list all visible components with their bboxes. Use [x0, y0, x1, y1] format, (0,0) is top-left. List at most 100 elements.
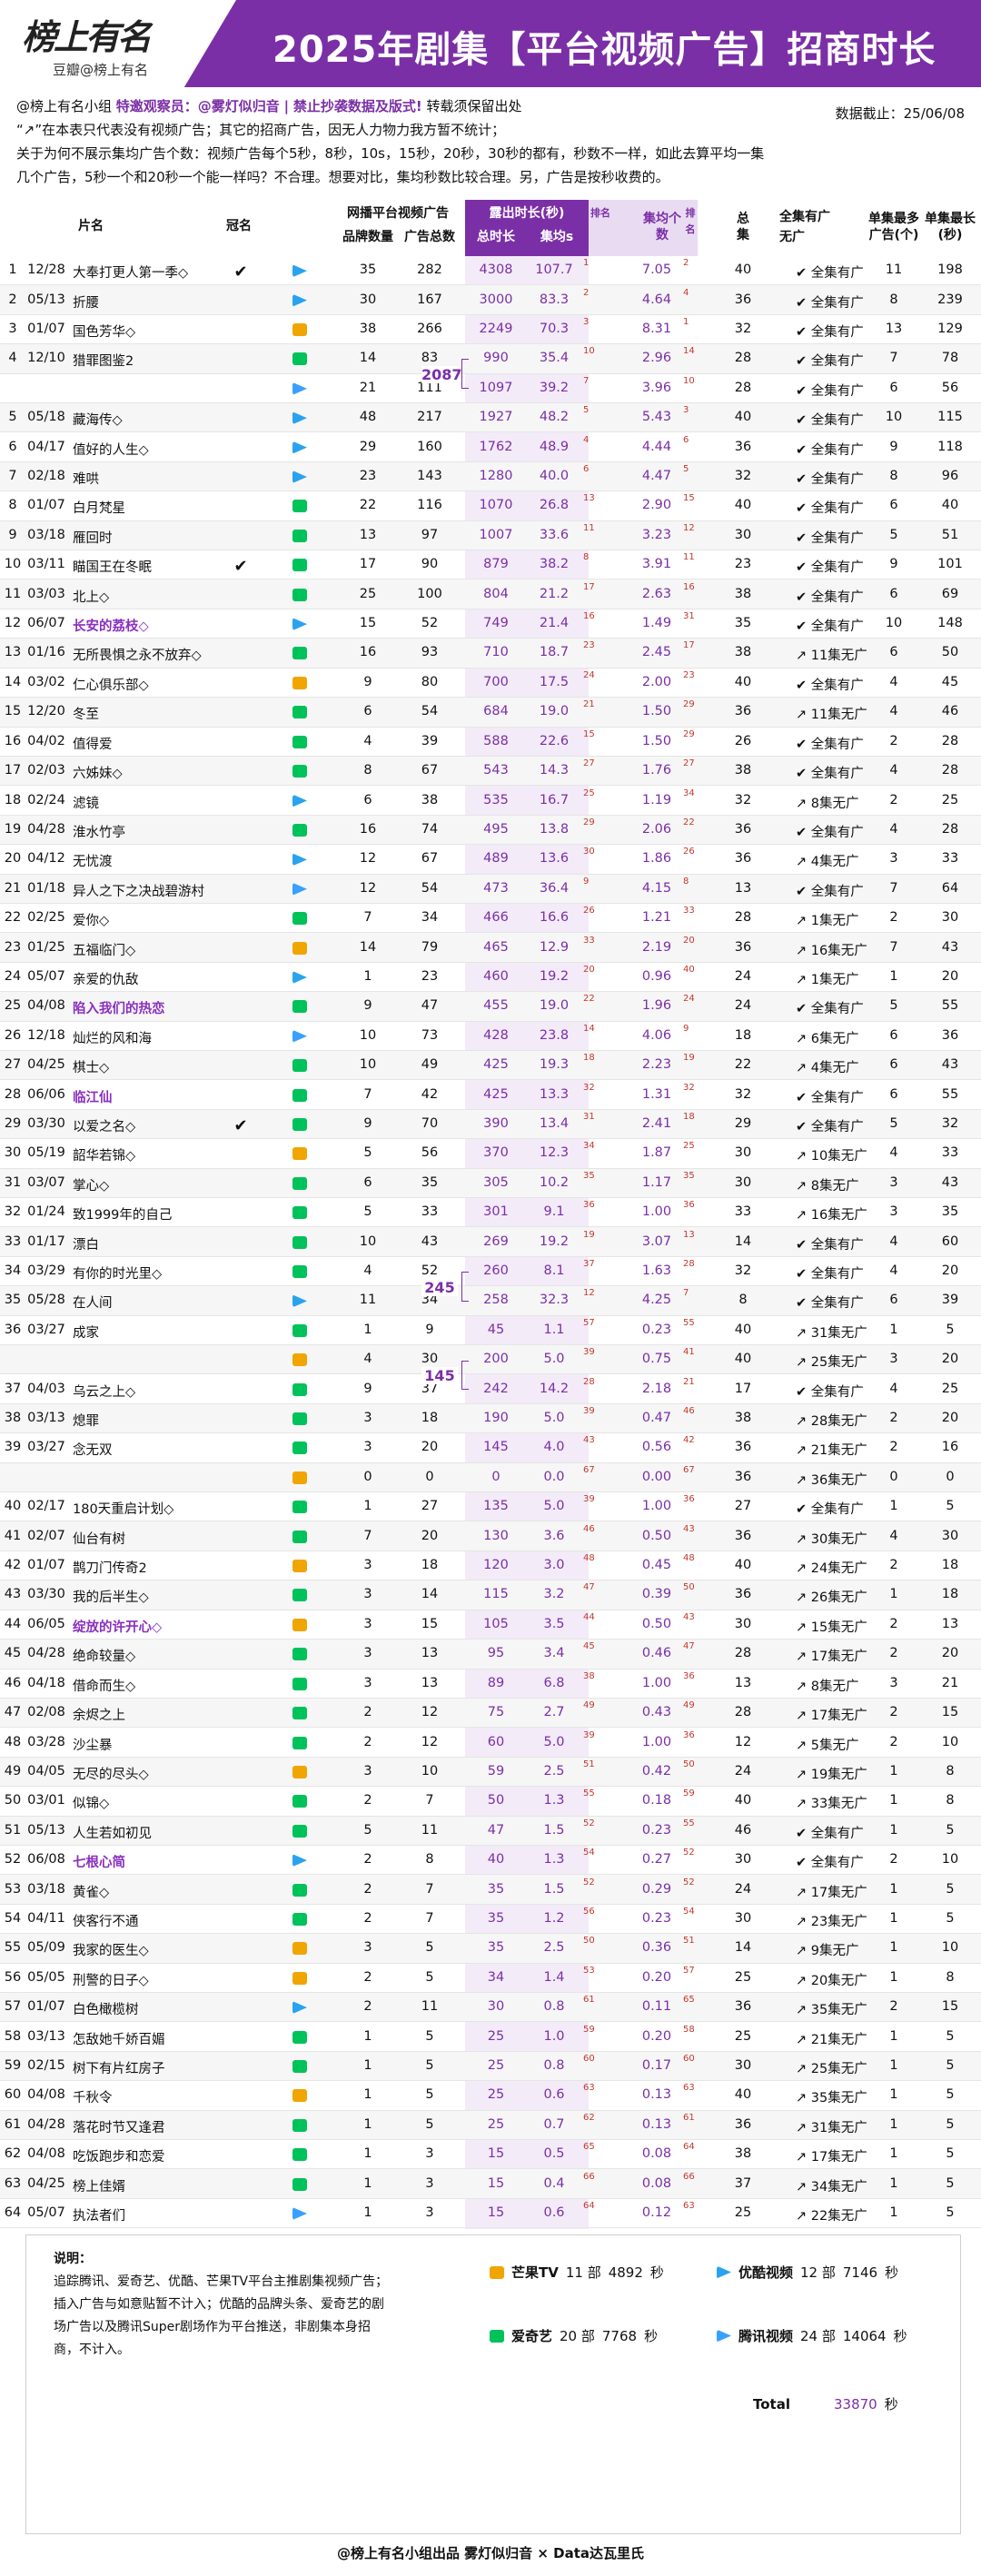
platform-youku: 优酷视频 12 部 7146 秒	[717, 2263, 898, 2282]
row-max-sec: 5	[946, 1322, 955, 1337]
table-row: 63 04/25 榜上佳婿 1 3 15 0.4 0.08 37 ↗ 34集无广 1 5 66 66	[0, 2169, 981, 2199]
table-row: 18 02/24 滤镜 6 38 535 16.7 1.19 32 ↗ 8集无广 2 25 25 34	[0, 786, 981, 816]
row-per-ep: 3.4	[543, 1646, 565, 1661]
row-per-ep: 1.3	[543, 1793, 565, 1808]
row-episodes: 30	[734, 527, 752, 542]
row-full-status: ✔ 全集有广	[796, 560, 864, 576]
row-per-ep: 1.2	[543, 1910, 565, 1926]
row-full-status: ↗ 23集无广	[796, 1914, 867, 1929]
footnote: 说明： 追踪腾讯、爱奇艺、优酷、芒果TV平台主推剧集视频广告；插入广告与如意贴暂…	[54, 2248, 390, 2362]
row-max-ads: 1	[889, 2175, 898, 2191]
row-full-status: ↗ 30集无广	[796, 1531, 867, 1547]
row-total: 25	[487, 2057, 505, 2073]
page-title: 2025年剧集【平台视频广告】招商时长	[272, 29, 936, 71]
row-max-ads: 2	[889, 1734, 898, 1749]
row-max-ads: 1	[889, 2028, 898, 2044]
row-max-ads: 1	[889, 1499, 898, 1514]
platform-unit: 秒	[649, 2264, 664, 2281]
row-date: 03/27	[27, 1440, 65, 1455]
rank-superscript: 36	[683, 1494, 695, 1505]
row-date: 05/13	[27, 1822, 65, 1838]
row-brands: 25	[359, 586, 377, 601]
row-full-status: ↗ 10集无广	[796, 1149, 867, 1164]
row-per-ep: 17.5	[539, 674, 570, 689]
row-episodes: 36	[734, 1440, 752, 1455]
row-brands: 10	[359, 1234, 377, 1249]
row-avg-count: 4.15	[641, 880, 672, 896]
row-ads: 167	[417, 292, 442, 307]
rank-superscript: 17	[583, 581, 595, 592]
row-avg-count: 0.39	[641, 1587, 672, 1602]
row-total: 145	[483, 1440, 509, 1455]
row-brands: 11	[359, 1293, 377, 1308]
rank-superscript: 20	[583, 964, 595, 975]
row-avg-count: 0.75	[641, 1352, 672, 1367]
row-ads: 3	[425, 2175, 434, 2191]
row-total: 45	[487, 1322, 505, 1337]
row-total: 95	[487, 1646, 505, 1661]
table-row: 59 02/15 树下有片红房子 1 5 25 0.8 0.17 30 ↗ 25集无广 1 5 60 60	[0, 2051, 981, 2082]
col-brands: 品牌数量	[342, 230, 393, 244]
row-total: 4308	[479, 263, 513, 278]
rank-superscript: 55	[683, 1818, 695, 1828]
row-max-ads: 3	[889, 1675, 898, 1690]
row-ads: 47	[421, 998, 439, 1014]
row-full-status: ↗ 31集无广	[796, 1325, 867, 1341]
row-brands: 12	[359, 880, 377, 896]
row-ads: 18	[421, 1411, 439, 1426]
row-brands: 9	[363, 998, 372, 1014]
row-episodes: 17	[734, 1381, 752, 1396]
row-date: 06/08	[27, 1852, 65, 1868]
row-date: 01/07	[27, 1999, 65, 2015]
row-max-ads: 2	[889, 1411, 898, 1426]
row-max-sec: 8	[946, 1763, 955, 1778]
platform-unit: 秒	[644, 2328, 659, 2344]
row-full-status: ↗ 35集无广	[796, 2003, 867, 2018]
row-max-ads: 3	[889, 1174, 898, 1190]
rank-superscript: 50	[683, 1582, 695, 1593]
row-date: 02/07	[27, 1528, 65, 1543]
row-rank: 54	[4, 1910, 22, 1926]
row-brands: 10	[359, 1057, 377, 1073]
row-episodes: 38	[734, 763, 752, 778]
row-per-ep: 19.2	[539, 1234, 570, 1249]
iqiyi-icon	[292, 500, 307, 513]
row-max-ads: 5	[889, 998, 898, 1014]
rank-superscript: 52	[683, 1848, 695, 1858]
row-title: 北上◇	[73, 590, 110, 605]
rank-superscript: 52	[683, 1877, 695, 1887]
row-total: 455	[483, 998, 509, 1014]
row-per-ep: 19.2	[539, 968, 570, 984]
row-brands: 5	[363, 1145, 372, 1161]
rank-superscript: 19	[583, 1229, 595, 1240]
row-max-sec: 20	[941, 1646, 959, 1661]
row-title: 滤镜	[73, 796, 99, 811]
notes-observer[interactable]: @雾灯似归音	[198, 98, 280, 114]
row-title: 有你的时光里◇	[73, 1267, 163, 1283]
row-brands: 6	[363, 792, 372, 807]
table-row: 46 04/18 借命而生◇ 3 13 89 6.8 1.00 13 ↗ 8集无广 3 21 38 36	[0, 1669, 981, 1699]
row-ads: 34	[421, 910, 439, 926]
row-avg-count: 2.63	[641, 586, 672, 601]
row-title: 绝命较量◇	[73, 1650, 136, 1665]
rank-superscript: 4	[583, 434, 590, 445]
row-rank: 34	[4, 1263, 22, 1279]
row-brands: 16	[359, 821, 377, 837]
row-per-ep: 21.2	[539, 586, 570, 601]
row-max-sec: 18	[941, 1558, 959, 1573]
row-total: 25	[487, 2116, 505, 2132]
col-ads: 广告总数	[404, 230, 455, 244]
rank-superscript: 22	[683, 817, 695, 827]
row-rank: 49	[4, 1763, 22, 1778]
row-ads: 38	[421, 792, 439, 807]
rank-superscript: 49	[683, 1700, 695, 1711]
rank-superscript: 62	[583, 2112, 595, 2123]
row-full-status: ✔ 全集有广	[796, 619, 864, 635]
row-per-ep: 3.0	[543, 1558, 565, 1573]
row-max-sec: 28	[941, 821, 959, 837]
row-avg-count: 0.56	[641, 1440, 672, 1455]
rank-superscript: 4	[683, 287, 689, 298]
row-max-sec: 5	[946, 2116, 955, 2132]
row-brands: 1	[363, 2057, 372, 2073]
row-title: 掌心◇	[73, 1178, 110, 1194]
